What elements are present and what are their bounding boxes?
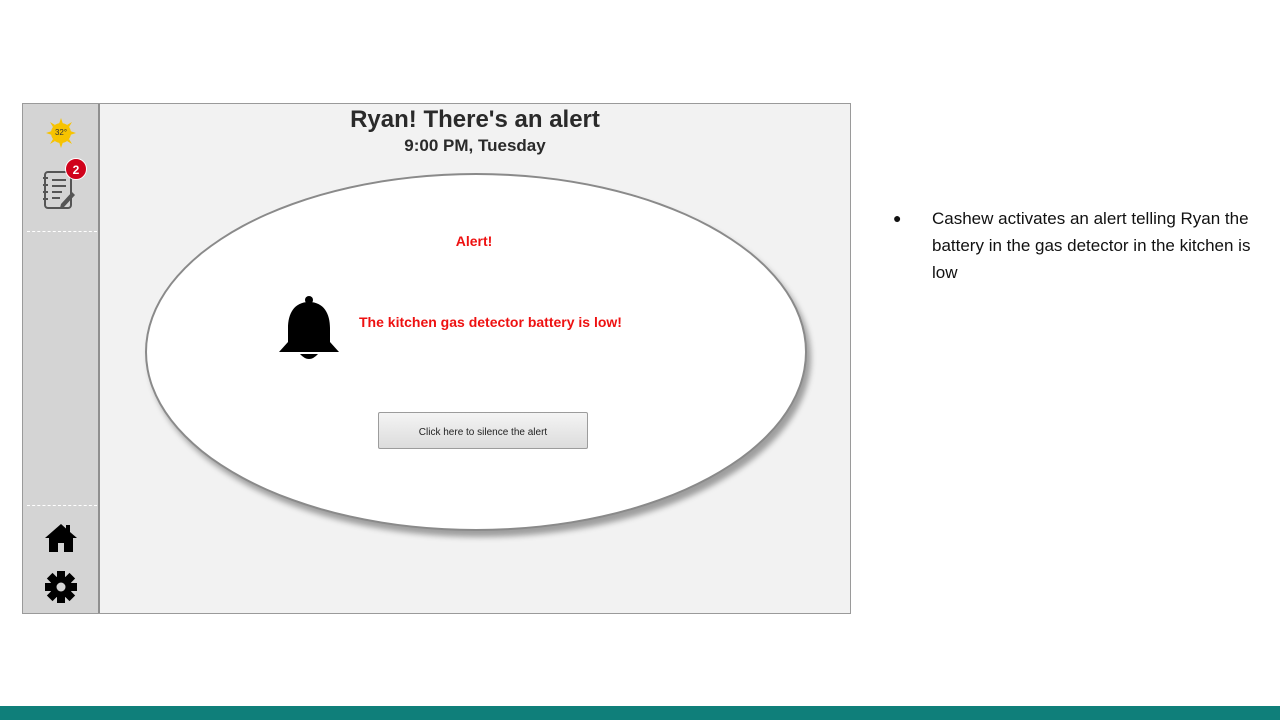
notifications-button[interactable]: 2 xyxy=(41,158,87,212)
temperature-label: 32° xyxy=(54,128,68,137)
home-icon xyxy=(45,524,77,552)
smart-home-screen: 32° 2 Ryan! There's an alert 9:00 PM, Tu… xyxy=(22,103,851,614)
alert-panel xyxy=(145,173,807,531)
note-text: Cashew activates an alert telling Ryan t… xyxy=(932,209,1251,282)
sidebar-divider xyxy=(27,231,97,232)
alert-message: The kitchen gas detector battery is low! xyxy=(359,314,622,330)
date-time-label: 9:00 PM, Tuesday xyxy=(404,136,546,155)
bell-icon xyxy=(276,294,342,364)
page-title: Ryan! There's an alert xyxy=(350,106,600,133)
sidebar-divider xyxy=(27,505,97,506)
notification-count-badge: 2 xyxy=(65,158,87,180)
gear-icon xyxy=(45,571,77,603)
silence-alert-button[interactable]: Click here to silence the alert xyxy=(378,412,588,449)
header: Ryan! There's an alert 9:00 PM, Tuesday xyxy=(100,104,850,156)
bullet-icon: ● xyxy=(893,210,902,226)
footer-bar xyxy=(0,706,1280,720)
weather-widget[interactable]: 32° xyxy=(46,118,76,148)
sidebar: 32° 2 xyxy=(23,104,100,613)
settings-button[interactable] xyxy=(44,570,78,604)
home-button[interactable] xyxy=(44,522,78,554)
alert-heading: Alert! xyxy=(455,233,493,249)
